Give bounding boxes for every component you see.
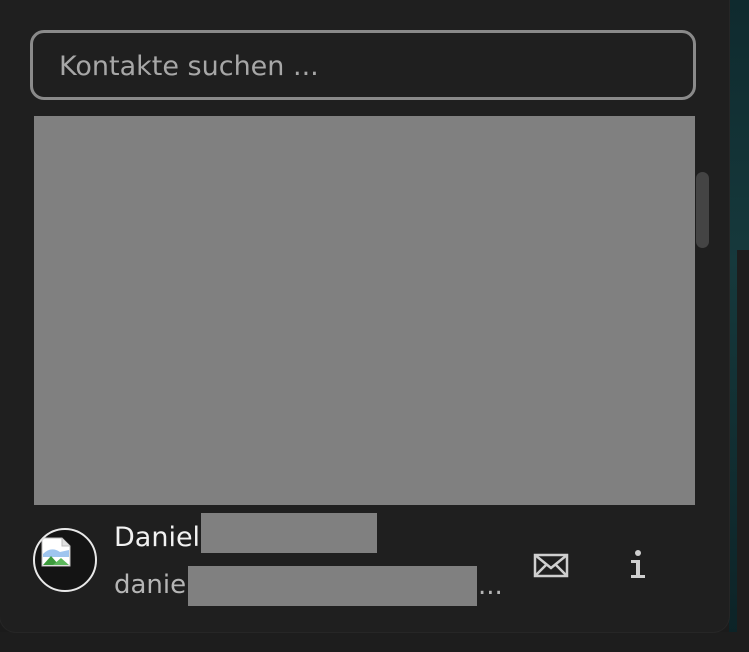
broken-image-icon xyxy=(41,537,71,567)
background-window-edge xyxy=(729,0,749,652)
redacted-contact-list xyxy=(34,116,695,505)
contact-info-button[interactable] xyxy=(616,543,660,587)
background-bottom-edge xyxy=(0,632,749,652)
background-window-strip xyxy=(737,250,749,652)
info-icon xyxy=(631,550,645,578)
scrollbar-thumb[interactable] xyxy=(696,172,709,248)
redacted-email xyxy=(188,566,477,606)
contact-name[interactable]: Daniel xyxy=(114,520,200,556)
search-box[interactable] xyxy=(30,30,696,100)
contact-search-input[interactable] xyxy=(57,33,671,99)
redacted-last-name xyxy=(201,513,377,553)
contact-email: danie xyxy=(114,570,187,600)
contacts-popup: Daniel danie ... xyxy=(0,0,729,632)
envelope-icon xyxy=(533,553,569,578)
contact-avatar xyxy=(33,528,97,592)
send-email-button[interactable] xyxy=(526,543,576,587)
email-ellipsis: ... xyxy=(478,571,503,601)
